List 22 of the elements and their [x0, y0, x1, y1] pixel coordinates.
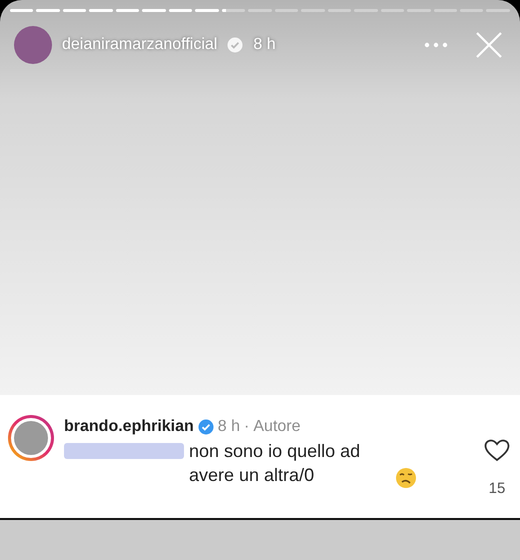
- author-label: Autore: [253, 417, 301, 437]
- heart-icon[interactable]: [484, 439, 510, 462]
- avatar[interactable]: [8, 415, 54, 461]
- comment-username: brando.ephrikian: [64, 417, 194, 437]
- post-time: 8 h: [253, 35, 276, 55]
- progress-segment: [116, 9, 140, 12]
- comment-text: non sono io quello ad avere un altra/0: [189, 440, 362, 488]
- avatar[interactable]: [14, 26, 52, 64]
- progress-segment: [62, 9, 86, 12]
- username: deianiramarzanofficial: [62, 35, 218, 55]
- close-icon[interactable]: [476, 32, 502, 58]
- progress-segment: [195, 9, 219, 12]
- progress-segment: [142, 9, 166, 12]
- like-count: 15: [488, 479, 506, 499]
- more-icon[interactable]: [424, 42, 448, 48]
- emoji-icon: [395, 467, 417, 489]
- progress-segment: [36, 9, 60, 12]
- progress-segment: [168, 9, 192, 12]
- progress-segment: [10, 9, 34, 12]
- separator: ·: [244, 417, 250, 437]
- progress-segment: [89, 9, 113, 12]
- comment-time: 8 h: [218, 417, 240, 437]
